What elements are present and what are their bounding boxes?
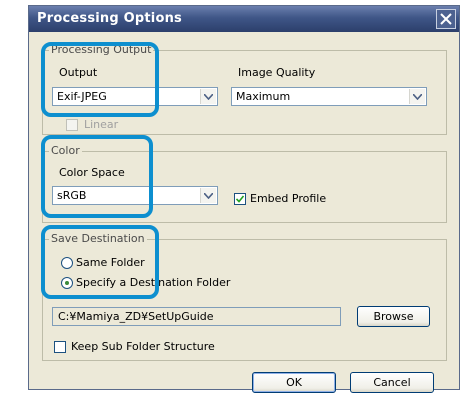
linear-label: Linear [84, 118, 119, 131]
specify-folder-radio[interactable] [61, 277, 73, 289]
dialog-title: Processing Options [37, 11, 182, 26]
processing-output-legend: Processing Output [49, 43, 154, 56]
specify-folder-label: Specify a Destination Folder [76, 276, 231, 289]
output-select[interactable]: Exif-JPEG [52, 87, 218, 106]
chevron-down-icon [413, 94, 422, 100]
processing-options-dialog: Processing Options Processing Output Out… [28, 5, 460, 393]
image-quality-select-value: Maximum [236, 90, 291, 103]
chevron-down-icon [204, 193, 213, 199]
ok-button[interactable]: OK [252, 372, 336, 393]
close-button[interactable] [436, 9, 456, 29]
linear-checkbox[interactable] [66, 119, 78, 131]
chevron-down-icon [204, 94, 213, 100]
image-quality-label: Image Quality [238, 66, 316, 79]
embed-profile-checkbox[interactable] [234, 193, 246, 205]
browse-button[interactable]: Browse [357, 306, 430, 327]
save-destination-legend: Save Destination [49, 232, 147, 245]
color-space-select-value: sRGB [57, 189, 87, 202]
cancel-button[interactable]: Cancel [350, 372, 434, 393]
close-icon [440, 13, 452, 25]
same-folder-radio[interactable] [61, 257, 73, 269]
image-quality-dropdown-arrow[interactable] [409, 89, 425, 104]
same-folder-label: Same Folder [76, 256, 145, 269]
folder-path-field[interactable]: C:¥Mamiya_ZD¥SetUpGuide [52, 307, 341, 326]
output-label: Output [59, 66, 98, 79]
output-dropdown-arrow[interactable] [200, 89, 216, 104]
color-space-dropdown-arrow[interactable] [200, 188, 216, 203]
color-legend: Color [49, 144, 82, 157]
checkmark-icon [236, 195, 244, 203]
embed-profile-label: Embed Profile [250, 192, 327, 205]
output-select-value: Exif-JPEG [57, 90, 107, 103]
folder-path-value: C:¥Mamiya_ZD¥SetUpGuide [58, 310, 214, 323]
color-space-label: Color Space [59, 166, 125, 179]
radio-selected-dot [65, 281, 69, 285]
keep-sub-folder-checkbox[interactable] [54, 341, 66, 353]
image-quality-select[interactable]: Maximum [231, 87, 427, 106]
keep-sub-folder-label: Keep Sub Folder Structure [71, 340, 215, 353]
title-bar[interactable]: Processing Options [29, 6, 459, 32]
color-space-select[interactable]: sRGB [52, 186, 218, 205]
